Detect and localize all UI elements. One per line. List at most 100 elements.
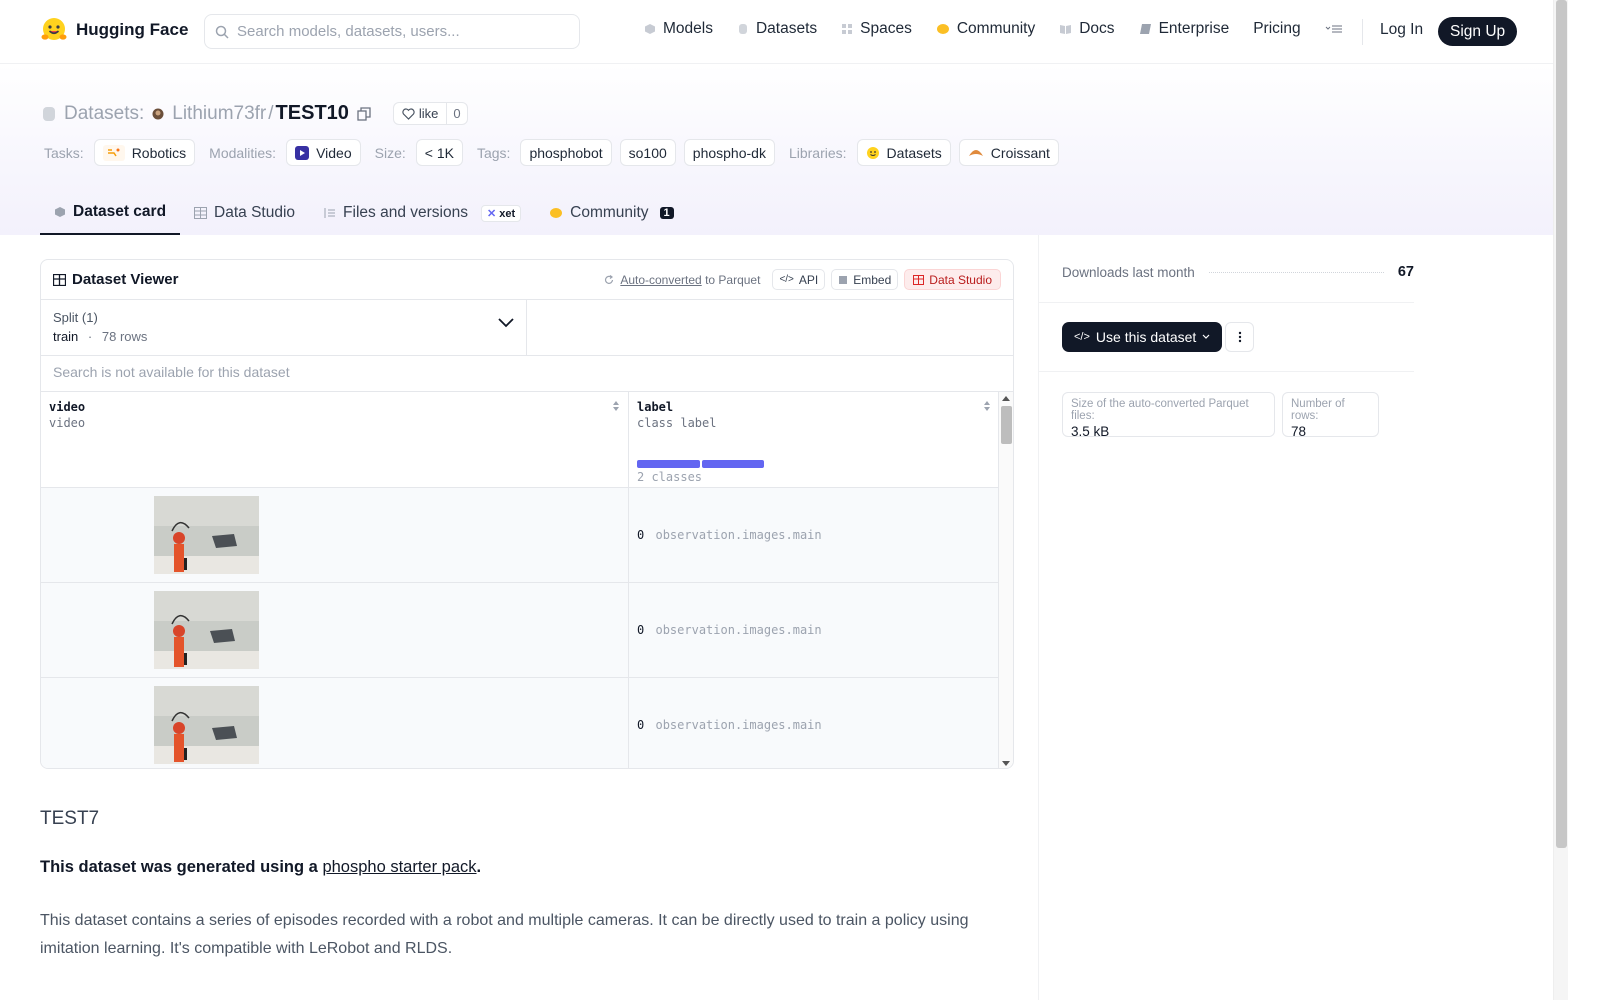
nav-datasets-label: Datasets [755, 20, 818, 37]
split-label: Split (1) [53, 310, 98, 325]
library-chip-datasets[interactable]: Datasets [856, 139, 951, 166]
tasks-label: Tasks: [44, 144, 84, 161]
like-button[interactable]: like 0 [392, 102, 468, 125]
library-datasets-label: Datasets [886, 144, 942, 161]
owner-avatar[interactable] [152, 108, 164, 120]
nav-pricing-label: Pricing [1253, 20, 1301, 37]
data-studio-button[interactable]: Data Studio [904, 269, 1001, 290]
scroll-up-arrow-icon[interactable] [1002, 396, 1010, 401]
scroll-down-arrow-icon[interactable] [1002, 761, 1010, 766]
class-histogram[interactable] [637, 460, 764, 468]
nav-docs[interactable]: Docs [1059, 20, 1115, 38]
sidebar-separator [1038, 302, 1414, 303]
scrollbar-thumb[interactable] [1001, 406, 1012, 444]
split-rows: 78 rows [101, 329, 148, 344]
nav-community[interactable]: Community [936, 20, 1035, 38]
table-icon [913, 274, 925, 285]
table-row[interactable]: 0 observation.images.main [41, 488, 999, 583]
tags-label: Tags: [476, 144, 511, 161]
task-chip-robotics[interactable]: Robotics [93, 139, 196, 166]
robotics-icon [102, 144, 125, 161]
copy-icon[interactable] [357, 106, 371, 121]
table-icon [194, 207, 208, 219]
search-input[interactable] [237, 23, 567, 40]
signup-button[interactable]: Sign Up [1438, 17, 1518, 46]
card-description: This dataset contains a series of episod… [40, 912, 969, 957]
num-rows-value: 78 [1291, 424, 1307, 439]
community-count-badge: 1 [659, 207, 674, 219]
vertical-dots-icon [1238, 331, 1241, 343]
sort-icon[interactable] [612, 400, 620, 412]
sort-icon[interactable] [983, 400, 991, 412]
nav-more-menu[interactable] [1325, 23, 1343, 35]
auto-converted-label: Auto-converted [620, 272, 702, 287]
table-row[interactable]: 0 observation.images.main [41, 583, 999, 678]
card-heading: TEST7 [40, 808, 100, 829]
video-thumbnail[interactable] [154, 591, 259, 669]
size-chip[interactable]: < 1K [415, 139, 463, 166]
tab-data-studio-label: Data Studio [214, 204, 296, 221]
tab-community[interactable]: Community 1 [535, 191, 688, 235]
histogram-bar[interactable] [637, 460, 700, 468]
tag-chip-phosphobot[interactable]: phosphobot [520, 139, 612, 166]
library-chip-croissant[interactable]: Croissant [958, 139, 1059, 166]
tag-chip-phospho-dk[interactable]: phospho-dk [683, 139, 775, 166]
nav-pricing[interactable]: Pricing [1253, 20, 1300, 38]
downloads-count: 67 [1397, 264, 1414, 280]
like-toggle[interactable]: like [394, 103, 448, 124]
repo-name[interactable]: TEST10 [276, 102, 349, 125]
label-cell: 0 observation.images.main [637, 718, 822, 732]
modality-label: Video [316, 144, 352, 161]
label-id: 0 [637, 528, 645, 542]
nav-spaces[interactable]: Spaces [841, 20, 912, 38]
column-name: label [637, 400, 674, 414]
database-icon [43, 106, 55, 121]
downloads-label: Downloads last month [1062, 264, 1195, 280]
section-label: Datasets: [64, 102, 145, 124]
video-thumbnail[interactable] [154, 496, 259, 574]
modality-chip-video[interactable]: Video [286, 139, 361, 166]
chevron-down-icon [1202, 334, 1210, 339]
video-icon [295, 145, 310, 160]
column-header-label[interactable]: label class label 2 classes [629, 392, 999, 488]
class-count: 2 classes [637, 470, 703, 484]
nav-docs-label: Docs [1079, 20, 1115, 37]
use-this-dataset-button[interactable]: </> Use this dataset [1062, 322, 1223, 352]
owner-link[interactable]: Lithium73fr [172, 103, 266, 125]
tab-dataset-card[interactable]: Dataset card [40, 191, 181, 235]
tab-community-label: Community [570, 204, 649, 221]
more-options-button[interactable] [1225, 322, 1254, 352]
label-name: observation.images.main [655, 528, 822, 542]
code-icon: </> [1074, 331, 1090, 343]
community-icon [936, 24, 949, 34]
login-link[interactable]: Log In [1380, 21, 1423, 39]
tag-chip-so100[interactable]: so100 [619, 139, 676, 166]
split-selector[interactable]: Split (1) train · 78 rows [41, 300, 527, 355]
table-scrollbar[interactable] [998, 392, 1013, 768]
like-count[interactable]: 0 [447, 103, 466, 124]
histogram-bar[interactable] [702, 460, 764, 468]
api-label: API [798, 272, 819, 287]
sidebar-divider [1038, 235, 1039, 1000]
global-search[interactable] [204, 14, 580, 49]
like-label: like [418, 106, 439, 121]
table-row[interactable]: 0 observation.images.main [41, 678, 999, 768]
split-value: train · 78 rows [53, 329, 514, 344]
page-scrollbar-thumb[interactable] [1556, 0, 1567, 848]
brand-home-link[interactable]: Hugging Face [40, 16, 188, 44]
embed-button[interactable]: Embed [831, 269, 899, 290]
tab-data-studio[interactable]: Data Studio [180, 191, 309, 235]
column-header-video[interactable]: video video [41, 392, 628, 488]
embed-icon [839, 275, 848, 284]
split-row: Split (1) train · 78 rows [41, 300, 1013, 356]
video-thumbnail[interactable] [154, 686, 259, 764]
nav-enterprise[interactable]: Enterprise [1139, 20, 1229, 38]
nav-models[interactable]: Models [644, 20, 713, 38]
enterprise-icon [1139, 24, 1151, 34]
auto-converted-link[interactable]: Auto-converted to Parquet [620, 273, 760, 287]
page-scrollbar[interactable] [1553, 0, 1568, 1000]
api-button[interactable]: </> API [772, 269, 826, 290]
nav-datasets[interactable]: Datasets [737, 20, 817, 38]
tab-files-and-versions[interactable]: Files and versions ✕ xet [309, 191, 535, 235]
phospho-starter-pack-link[interactable]: phospho starter pack [322, 858, 476, 876]
